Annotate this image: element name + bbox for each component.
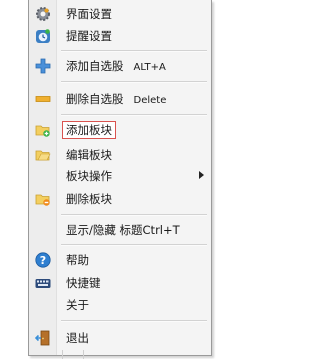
submenu-arrow-icon [199,171,204,179]
keyboard-icon [35,275,51,291]
menu-item-help[interactable]: ? 帮助 [29,250,211,270]
menu-item-label: 添加自选股 ALT+A [66,59,166,73]
background-window-edge [62,350,84,359]
delete-folder-icon [35,191,51,207]
help-question-icon: ? [35,252,51,268]
menu-item-shortcut: Delete [133,95,167,106]
menu-item-label: 界面设置 [66,7,112,21]
menu-item-sector-operations[interactable]: 板块操作 [29,166,211,186]
menu-item-label: 删除自选股 Delete [66,92,167,106]
menu-item-label: 显示/隐藏 标题Ctrl+T [66,223,180,237]
alarm-clock-icon [35,28,51,44]
exit-door-icon [34,330,51,346]
menu-item-label: 编辑板块 [66,148,112,162]
menu-item-label: 关于 [66,298,89,312]
menu-item-edit-sector[interactable]: 编辑板块 [29,145,211,165]
context-menu: 界面设置 提醒设置 添加自选股 ALT+A 删除自选股 Delete 添加板块 … [28,0,212,356]
menu-item-label: 退出 [66,331,89,345]
menu-item-interface-settings[interactable]: 界面设置 [29,4,211,24]
menu-item-label: 提醒设置 [66,29,112,43]
menu-item-label: 快捷键 [66,276,101,290]
menu-item-add-sector[interactable]: 添加板块 [29,120,211,140]
menu-separator [61,244,207,246]
menu-item-alert-settings[interactable]: 提醒设置 [29,26,211,46]
menu-item-remove-watchlist-stock[interactable]: 删除自选股 Delete [29,89,211,109]
add-plus-icon [35,58,51,74]
svg-text:?: ? [40,254,46,267]
menu-item-shortcut: ALT+A [133,62,166,73]
menu-separator [61,50,207,52]
menu-item-delete-sector[interactable]: 删除板块 [29,189,211,209]
menu-separator [61,81,207,83]
menu-separator [61,214,207,216]
menu-separator [61,114,207,116]
settings-gear-icon [35,6,51,22]
edit-folder-icon [35,147,51,163]
delete-minus-icon [35,91,51,107]
menu-separator [61,320,207,322]
menu-item-add-watchlist-stock[interactable]: 添加自选股 ALT+A [29,56,211,76]
menu-item-label: 帮助 [66,253,89,267]
menu-item-about[interactable]: 关于 [29,295,211,315]
menu-item-exit[interactable]: 退出 [29,328,211,348]
menu-item-label: 添加板块 [62,121,116,139]
menu-item-hotkeys[interactable]: 快捷键 [29,273,211,293]
menu-item-toggle-title[interactable]: 显示/隐藏 标题Ctrl+T [29,220,211,240]
menu-item-label: 板块操作 [66,169,112,183]
menu-item-label: 删除板块 [66,192,112,206]
add-folder-icon [35,122,51,138]
